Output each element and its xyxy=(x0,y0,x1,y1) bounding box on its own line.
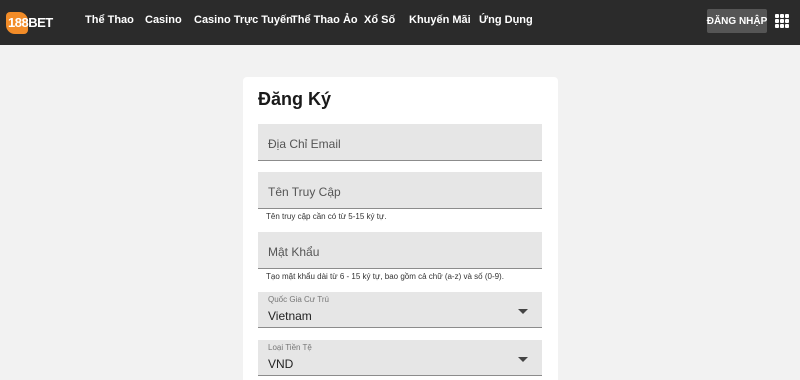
nav-item-live-casino[interactable]: Casino Trực Tuyến xyxy=(194,14,293,26)
nav-item-virtual-sports[interactable]: Thể Thao Ảo xyxy=(291,14,358,26)
country-value: Vietnam xyxy=(268,309,312,323)
chevron-down-icon xyxy=(518,309,528,314)
password-hint: Tạo mật khẩu dài từ 6 - 15 ký tự, bao gồ… xyxy=(266,272,504,281)
login-button[interactable]: ĐĂNG NHẬP xyxy=(707,9,767,33)
currency-select[interactable]: Loại Tiền Tệ VND xyxy=(258,340,542,376)
password-field[interactable]: Mật Khẩu xyxy=(258,232,542,269)
nav-item-apps[interactable]: Ứng Dụng xyxy=(479,14,533,26)
email-field[interactable]: Địa Chỉ Email xyxy=(258,124,542,161)
email-placeholder: Địa Chỉ Email xyxy=(268,137,341,151)
password-placeholder: Mật Khẩu xyxy=(268,245,320,259)
chevron-down-icon xyxy=(518,357,528,362)
country-label: Quốc Gia Cư Trú xyxy=(268,295,329,304)
page-title: Đăng Ký xyxy=(258,89,332,109)
nav-item-casino[interactable]: Casino xyxy=(145,14,182,26)
country-select[interactable]: Quốc Gia Cư Trú Vietnam xyxy=(258,292,542,328)
nav-item-promotions[interactable]: Khuyến Mãi xyxy=(409,14,471,26)
username-hint: Tên truy cập cần có từ 5-15 ký tự. xyxy=(266,212,387,221)
registration-card: Đăng Ký Địa Chỉ Email Tên Truy Cập Tên t… xyxy=(243,77,558,380)
logo-word: BET xyxy=(28,15,53,30)
nav-item-sports[interactable]: Thể Thao xyxy=(85,14,134,26)
currency-value: VND xyxy=(268,357,294,371)
brand-logo[interactable]: 188BET xyxy=(6,12,53,34)
username-placeholder: Tên Truy Cập xyxy=(268,185,341,199)
top-navigation-bar: 188BET Thể Thao Casino Casino Trực Tuyến… xyxy=(0,0,800,45)
currency-label: Loại Tiền Tệ xyxy=(268,343,312,352)
username-field[interactable]: Tên Truy Cập xyxy=(258,172,542,209)
grid-menu-icon[interactable] xyxy=(775,14,789,28)
logo-number: 188 xyxy=(8,15,29,30)
nav-item-lottery[interactable]: Xổ Số xyxy=(364,14,395,26)
